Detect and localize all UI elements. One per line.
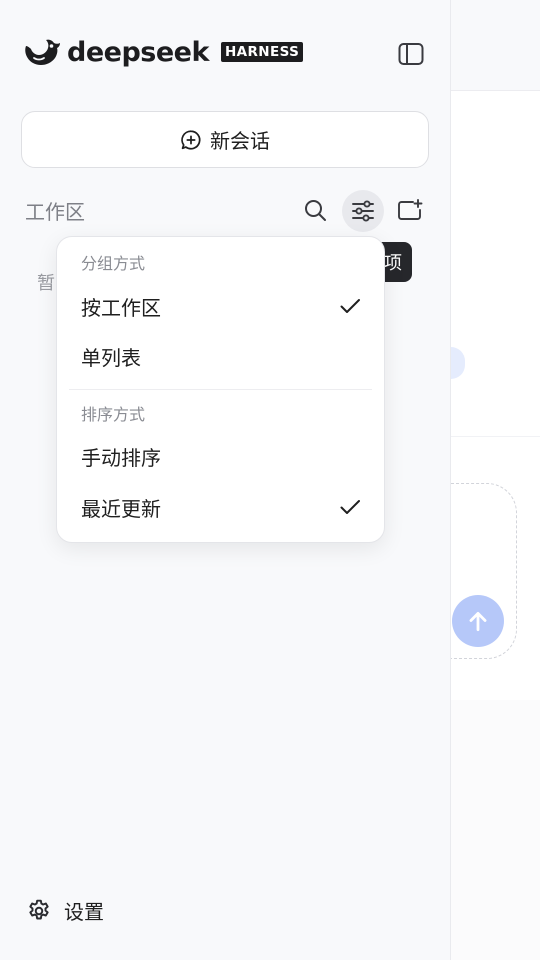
settings-label: 设置 — [64, 900, 104, 924]
view-options-button[interactable] — [342, 190, 384, 232]
check-icon — [340, 500, 360, 514]
menu-item-manual-sort[interactable]: 手动排序 — [57, 432, 384, 480]
group-by-heading: 分组方式 — [81, 254, 146, 273]
brand-badge: HARNESS — [220, 42, 304, 62]
new-chat-label: 新会话 — [210, 129, 270, 153]
main-panel — [421, 0, 540, 960]
tooltip-text: 项 — [384, 253, 402, 274]
collapse-sidebar-button[interactable] — [397, 40, 425, 68]
brand-wordmark: deepseek — [67, 36, 209, 68]
menu-item-label: 单列表 — [81, 345, 141, 370]
brand-logo[interactable]: deepseek HARNESS — [23, 36, 304, 68]
menu-divider — [69, 389, 372, 390]
plus-chat-icon — [181, 129, 201, 150]
menu-item-label: 最近更新 — [81, 496, 161, 521]
new-workspace-button[interactable] — [392, 192, 428, 228]
menu-item-single-list[interactable]: 单列表 — [57, 332, 384, 380]
main-divider — [451, 436, 540, 437]
workspace-label: 工作区 — [25, 200, 85, 224]
sort-by-heading: 排序方式 — [81, 405, 146, 424]
main-footer-area — [451, 700, 540, 960]
gear-icon — [29, 899, 49, 919]
check-icon — [340, 299, 360, 313]
folder-plus-icon — [398, 199, 423, 220]
search-icon — [305, 200, 326, 221]
menu-item-label: 按工作区 — [81, 295, 161, 320]
empty-state-text: 暂 — [37, 273, 55, 294]
sidebar-toggle-icon — [398, 43, 424, 65]
settings-button[interactable]: 设置 — [26, 896, 104, 925]
new-chat-button[interactable]: 新会话 — [21, 111, 429, 168]
menu-item-label: 手动排序 — [81, 445, 161, 470]
menu-item-group-by-workspace[interactable]: 按工作区 — [57, 282, 384, 330]
arrow-up-icon — [469, 612, 487, 632]
menu-item-recently-updated[interactable]: 最近更新 — [57, 483, 384, 531]
search-button[interactable] — [297, 192, 333, 228]
send-button[interactable] — [452, 595, 504, 647]
whale-logo-icon — [25, 39, 60, 66]
view-options-menu: 分组方式 按工作区 单列表 排序方式 手动排序 最近更新 — [56, 236, 385, 543]
main-header — [451, 0, 540, 91]
sliders-icon — [352, 200, 374, 222]
